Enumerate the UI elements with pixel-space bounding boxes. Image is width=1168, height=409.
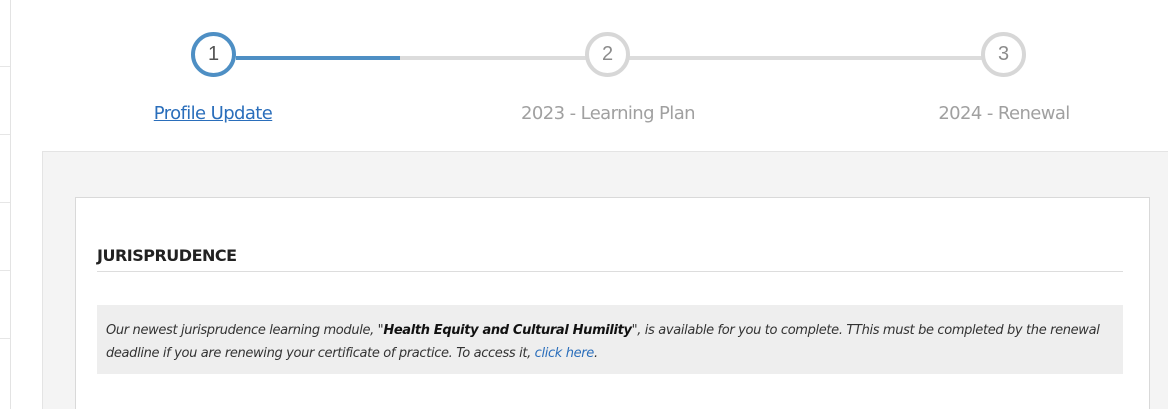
step-3-circle[interactable]: 3: [981, 32, 1026, 77]
step-track-pending: [400, 56, 588, 60]
sidebar-divider: [0, 338, 10, 339]
module-name: Health Equity and Cultural Humility: [383, 323, 632, 338]
sidebar-divider: [0, 270, 10, 271]
click-here-link[interactable]: click here: [535, 346, 595, 361]
step-2-circle[interactable]: 2: [585, 32, 630, 77]
sidebar-divider: [0, 202, 10, 203]
step-3-label: 2024 - Renewal: [938, 103, 1070, 124]
jurisprudence-notice: Our newest jurisprudence learning module…: [97, 305, 1123, 374]
step-2-label: 2023 - Learning Plan: [521, 103, 696, 124]
heading-divider: [97, 271, 1123, 272]
step-track-completed: [236, 56, 400, 60]
content-panel: JURISPRUDENCE Our newest jurisprudence l…: [42, 151, 1168, 409]
progress-stepper: 1 2 3 Profile Update 2023 - Learning Pla…: [0, 0, 1168, 150]
step-1-circle[interactable]: 1: [191, 32, 236, 77]
section-heading: JURISPRUDENCE: [97, 246, 237, 265]
step-track-pending: [629, 56, 982, 60]
notice-text-after: .: [593, 346, 598, 361]
page: 1 2 3 Profile Update 2023 - Learning Pla…: [0, 0, 1168, 409]
step-1-label-link[interactable]: Profile Update: [154, 103, 273, 124]
notice-text-before: Our newest jurisprudence learning module…: [106, 323, 384, 338]
jurisprudence-card: JURISPRUDENCE Our newest jurisprudence l…: [75, 197, 1150, 409]
